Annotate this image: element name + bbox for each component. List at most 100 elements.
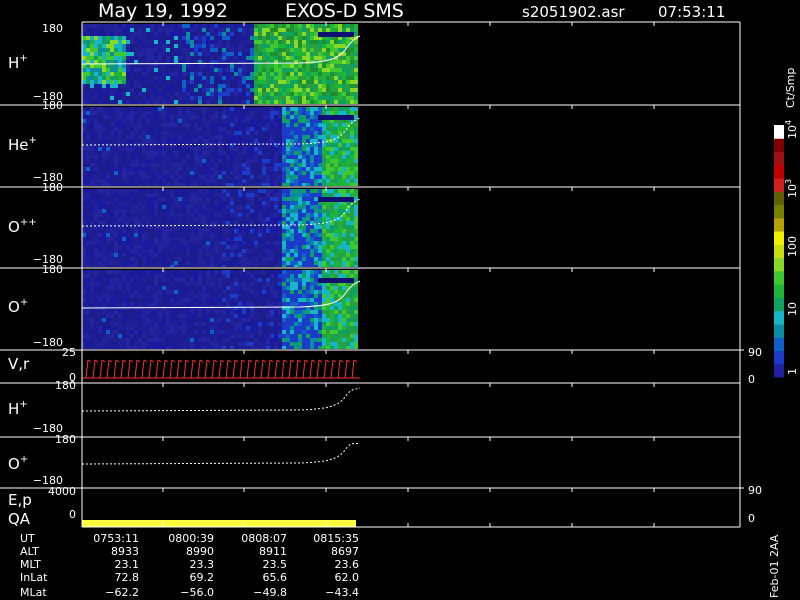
- heatmap-cell: [278, 229, 282, 233]
- heatmap-cell: [82, 56, 86, 60]
- heatmap-cell: [330, 40, 334, 44]
- heatmap-cell: [346, 84, 350, 88]
- heatmap-cell: [122, 290, 126, 294]
- heatmap-cell: [318, 179, 322, 183]
- heatmap-cell: [134, 286, 138, 290]
- heatmap-cell: [202, 330, 206, 334]
- heatmap-cell: [294, 72, 298, 76]
- heatmap-cell: [306, 80, 310, 84]
- heatmap-cell: [154, 127, 158, 131]
- heatmap-cell: [226, 294, 230, 298]
- heatmap-cell: [346, 40, 350, 44]
- heatmap-cell: [234, 278, 238, 282]
- heatmap-cell: [118, 241, 122, 245]
- heatmap-cell: [242, 253, 246, 257]
- heatmap-cell: [242, 175, 246, 179]
- heatmap-cell: [210, 175, 214, 179]
- heatmap-cell: [202, 209, 206, 213]
- heatmap-cell: [314, 111, 318, 115]
- heatmap-cell: [350, 131, 354, 135]
- heatmap-cell: [110, 193, 114, 197]
- heatmap-cell: [250, 135, 254, 139]
- heatmap-cell: [270, 135, 274, 139]
- heatmap-cell: [110, 115, 114, 119]
- heatmap-cell: [222, 163, 226, 167]
- heatmap-cell: [174, 127, 178, 131]
- heatmap-cell: [130, 314, 134, 318]
- heatmap-cell: [326, 64, 330, 68]
- heatmap-cell: [326, 143, 330, 147]
- heatmap-cell: [230, 155, 234, 159]
- heatmap-cell: [86, 253, 90, 257]
- heatmap-cell: [134, 76, 138, 80]
- heatmap-cell: [278, 233, 282, 237]
- heatmap-cell: [162, 286, 166, 290]
- heatmap-cell: [122, 159, 126, 163]
- heatmap-cell: [82, 342, 86, 346]
- heatmap-cell: [194, 201, 198, 205]
- heatmap-cell: [90, 253, 94, 257]
- heatmap-cell: [130, 111, 134, 115]
- heatmap-cell: [178, 282, 182, 286]
- heatmap-cell: [126, 44, 130, 48]
- heatmap-cell: [310, 119, 314, 123]
- heatmap-cell: [170, 229, 174, 233]
- heatmap-cell: [214, 159, 218, 163]
- heatmap-cell: [182, 201, 186, 205]
- heatmap-cell: [198, 201, 202, 205]
- heatmap-cell: [162, 330, 166, 334]
- heatmap-cell: [302, 107, 306, 111]
- heatmap-cell: [142, 127, 146, 131]
- heatmap-cell: [250, 139, 254, 143]
- heatmap-cell: [278, 88, 282, 92]
- heatmap-cell: [126, 56, 130, 60]
- heatmap-cell: [178, 241, 182, 245]
- heatmap-cell: [206, 159, 210, 163]
- heatmap-cell: [82, 221, 86, 225]
- heatmap-cell: [318, 163, 322, 167]
- heatmap-cell: [106, 151, 110, 155]
- heatmap-cell: [338, 167, 342, 171]
- heatmap-cell: [322, 151, 326, 155]
- heatmap-cell: [214, 318, 218, 322]
- heatmap-cell: [198, 92, 202, 96]
- heatmap-cell: [98, 40, 102, 44]
- heatmap-cell: [242, 286, 246, 290]
- heatmap-cell: [146, 229, 150, 233]
- heatmap-cell: [242, 245, 246, 249]
- heatmap-cell: [330, 183, 334, 186]
- heatmap-cell: [134, 92, 138, 96]
- heatmap-cell: [106, 76, 110, 80]
- heatmap-cell: [342, 229, 346, 233]
- heatmap-cell: [266, 213, 270, 217]
- heatmap-cell: [246, 298, 250, 302]
- heatmap-cell: [170, 96, 174, 100]
- heatmap-cell: [170, 88, 174, 92]
- heatmap-cell: [322, 100, 326, 104]
- heatmap-cell: [218, 179, 222, 183]
- heatmap-cell: [302, 205, 306, 209]
- heatmap-cell: [342, 127, 346, 131]
- heatmap-cell: [234, 257, 238, 261]
- heatmap-cell: [86, 298, 90, 302]
- heatmap-cell: [102, 64, 106, 68]
- heatmap-cell: [122, 302, 126, 306]
- heatmap-cell: [246, 32, 250, 36]
- heatmap-cell: [234, 310, 238, 314]
- heatmap-cell: [302, 135, 306, 139]
- heatmap-cell: [186, 159, 190, 163]
- heatmap-cell: [174, 253, 178, 257]
- heatmap-cell: [82, 92, 86, 96]
- heatmap-cell: [270, 100, 274, 104]
- heatmap-cell: [106, 155, 110, 159]
- heatmap-cell: [82, 167, 86, 171]
- heatmap-cell: [110, 96, 114, 100]
- heatmap-cell: [210, 179, 214, 183]
- heatmap-cell: [194, 334, 198, 338]
- heatmap-cell: [90, 294, 94, 298]
- heatmap-cell: [346, 159, 350, 163]
- heatmap-cell: [250, 84, 254, 88]
- heatmap-cell: [266, 80, 270, 84]
- heatmap-cell: [274, 76, 278, 80]
- heatmap-cell: [350, 100, 354, 104]
